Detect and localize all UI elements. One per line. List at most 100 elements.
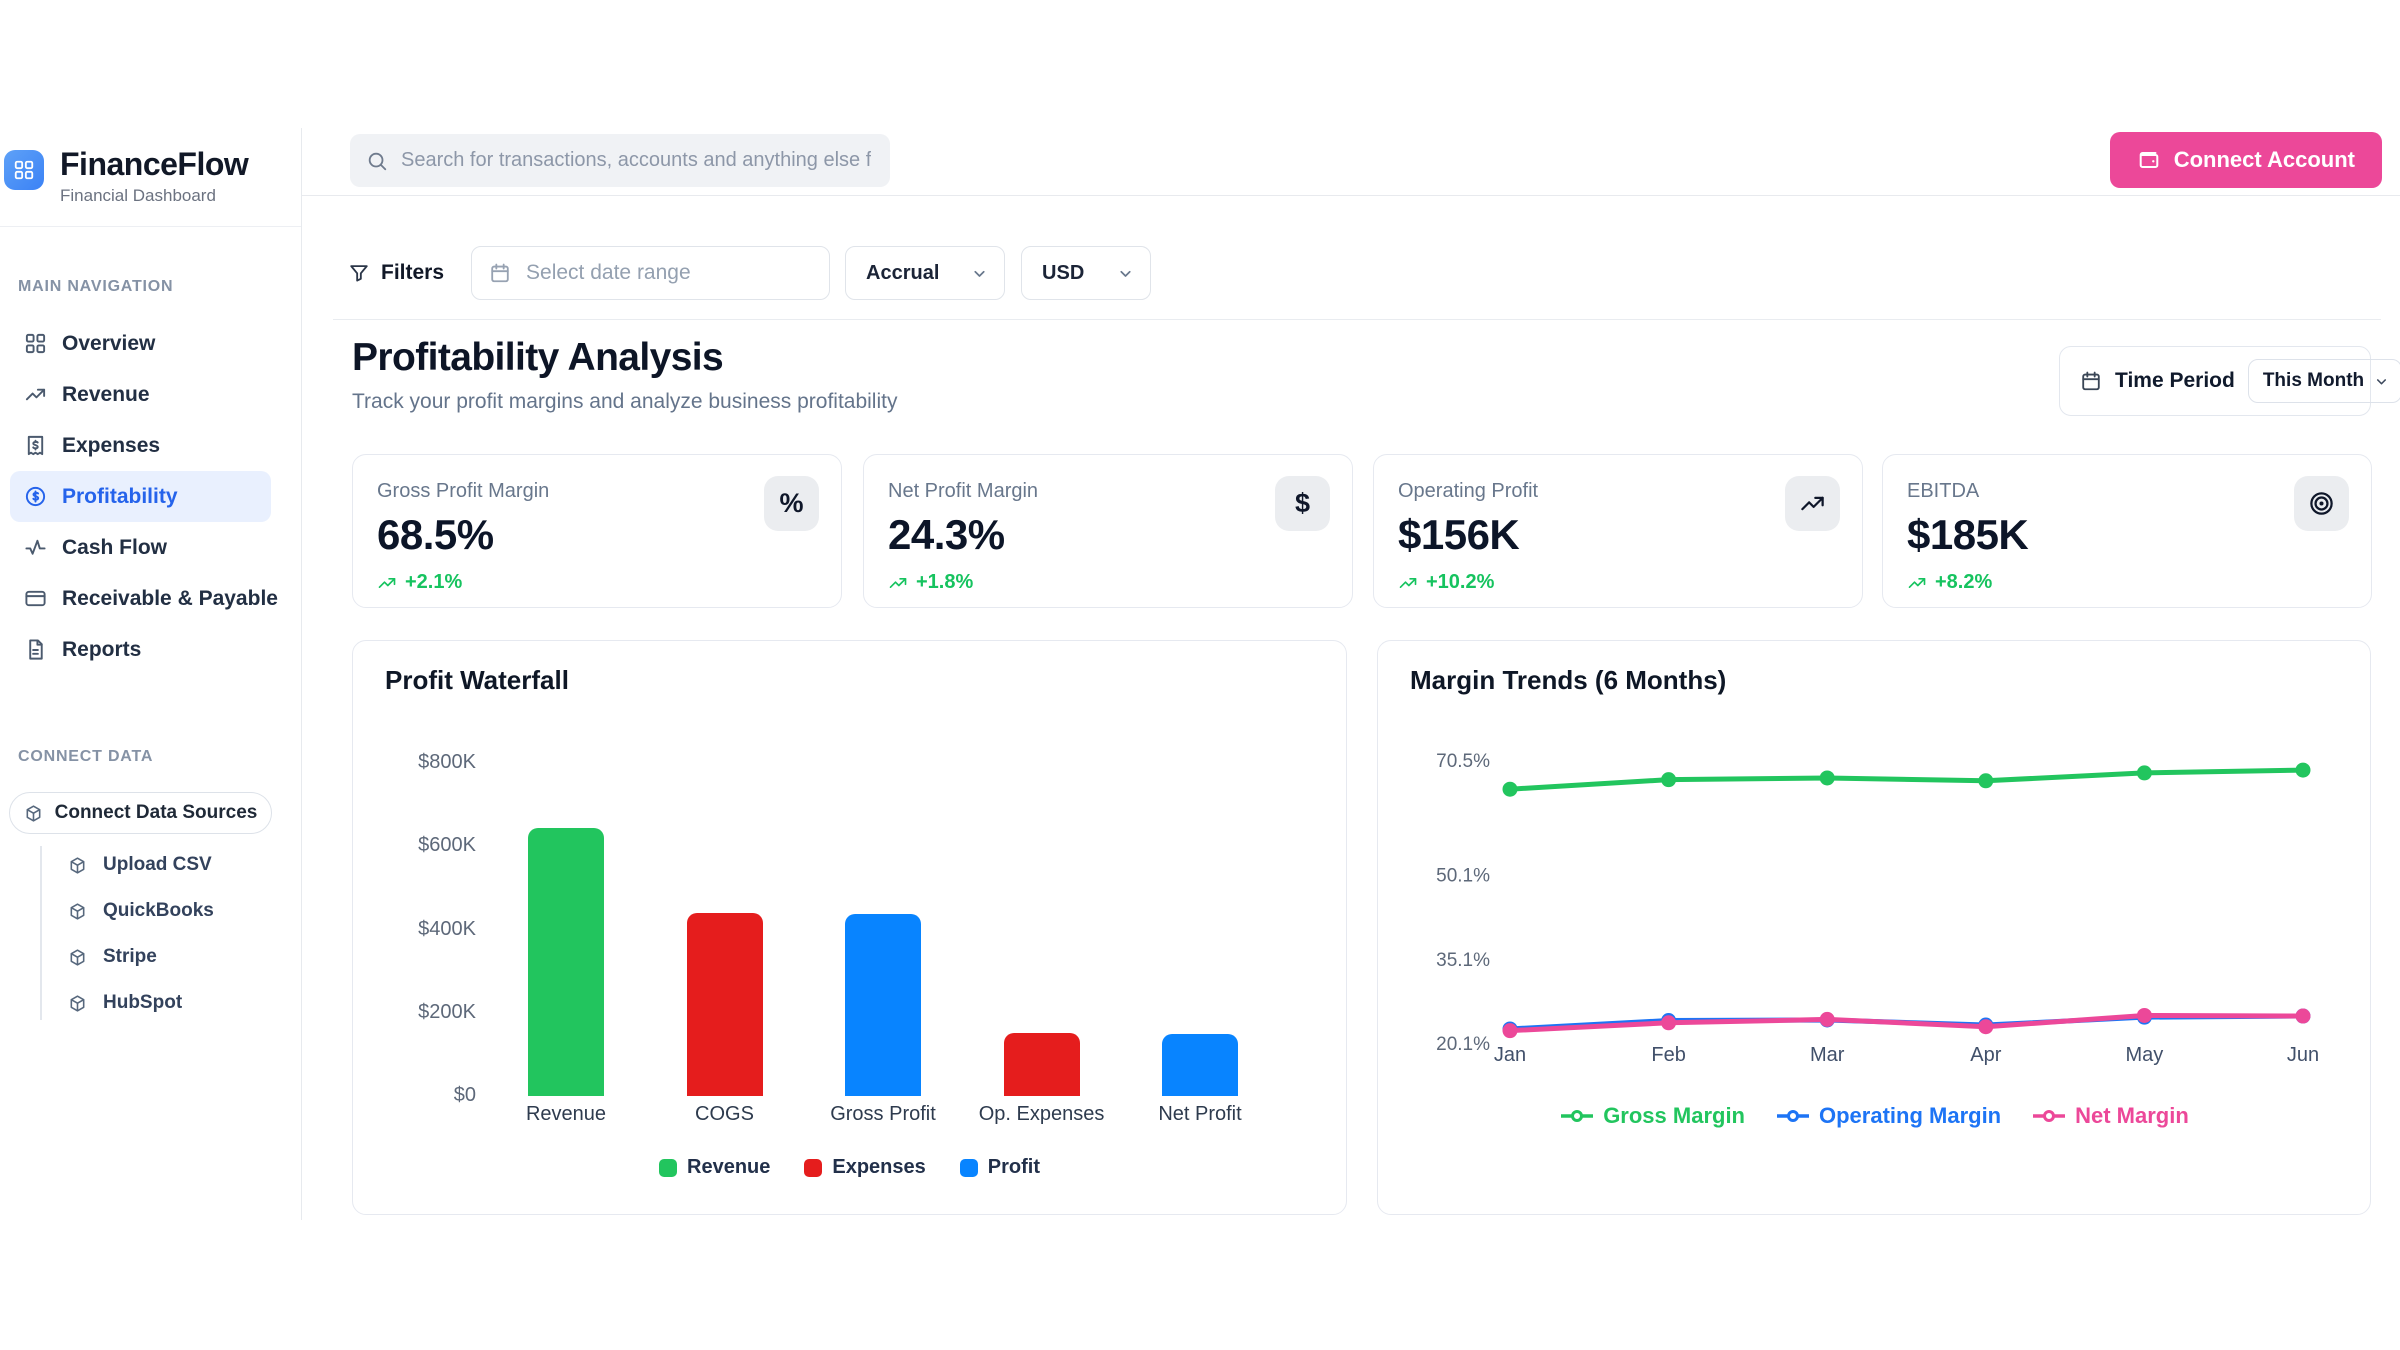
data-point-net-margin (1661, 1015, 1676, 1030)
time-period-card: Time Period This Month (2059, 346, 2371, 416)
sidebar-divider (0, 226, 301, 227)
x-axis-label: May (2126, 1044, 2164, 1066)
kpi-delta: +2.1% (377, 571, 462, 594)
global-search[interactable] (350, 134, 890, 187)
cube-icon (68, 856, 87, 875)
connect-account-button[interactable]: Connect Account (2110, 132, 2382, 188)
data-point-net-margin (2296, 1009, 2311, 1024)
sidebar-item-reports[interactable]: Reports (0, 624, 301, 675)
cube-icon (68, 902, 87, 921)
wallet-icon (2137, 148, 2161, 172)
funnel-icon (348, 262, 370, 284)
margin-trends-card: Margin Trends (6 Months) 70.5%50.1%35.1%… (1377, 640, 2371, 1215)
filters-divider (333, 319, 2381, 320)
y-axis-tick: 50.1% (1436, 866, 1490, 887)
legend-item-gross-margin[interactable]: Gross Margin (1559, 1103, 1745, 1129)
data-source-stripe[interactable]: Stripe (0, 934, 301, 980)
date-range-input[interactable]: Select date range (471, 246, 830, 300)
kpi-delta-value: +1.8% (916, 571, 973, 594)
data-point-gross-margin (2296, 763, 2311, 778)
y-axis-tick: 35.1% (1436, 950, 1490, 971)
y-axis-tick: $600K (353, 834, 476, 857)
data-point-net-margin (1820, 1012, 1835, 1027)
kpi-card-net-profit-margin: Net Profit Margin$24.3%+1.8% (863, 454, 1353, 608)
data-point-gross-margin (1503, 782, 1518, 797)
waterfall-chart-title: Profit Waterfall (385, 665, 569, 696)
top-bar: Connect Account (302, 128, 2400, 196)
legend-label: Gross Margin (1603, 1103, 1745, 1129)
sidebar-item-label: Revenue (62, 383, 150, 407)
main-area: Connect Account Filters Select date rang… (302, 128, 2400, 1220)
dollar-circle-icon (24, 485, 47, 508)
trending-up-icon (1398, 573, 1418, 593)
activity-icon (24, 536, 47, 559)
margin-trends-legend: Gross Margin Operating Margin Net Margin (1378, 1103, 2370, 1129)
data-source-label: Upload CSV (103, 854, 212, 876)
data-point-gross-margin (1820, 770, 1835, 785)
sidebar: FinanceFlow Financial Dashboard MAIN NAV… (0, 128, 302, 1220)
data-source-hubspot[interactable]: HubSpot (0, 980, 301, 1026)
y-axis-tick: $200K (353, 1001, 476, 1024)
sidebar-item-expenses[interactable]: Expenses (0, 420, 301, 471)
filters-toolbar: Filters Select date range Accrual USD (348, 246, 1151, 300)
filters-button[interactable]: Filters (348, 261, 444, 285)
chevron-down-icon (971, 265, 988, 282)
data-point-net-margin (2137, 1008, 2152, 1023)
time-period-select[interactable]: This Month (2248, 359, 2400, 403)
sidebar-item-label: Overview (62, 332, 155, 356)
margin-trends-plot: 70.5%50.1%35.1%20.1%JanFebMarAprMayJun (1378, 641, 2372, 1216)
sidebar-item-receivable-payable[interactable]: Receivable & Payable (0, 573, 301, 624)
sidebar-item-revenue[interactable]: Revenue (0, 369, 301, 420)
legend-label: Expenses (832, 1156, 925, 1179)
kpi-label: EBITDA (1907, 480, 1979, 503)
sidebar-item-profitability[interactable]: Profitability (10, 471, 271, 522)
connect-data-sources-label: Connect Data Sources (55, 802, 258, 824)
series-line-gross-margin (1510, 770, 2303, 789)
filters-label: Filters (381, 261, 444, 285)
search-icon (366, 150, 388, 172)
kpi-value: 24.3% (888, 511, 1005, 559)
waterfall-bar-op-expenses (1004, 1033, 1080, 1096)
kpi-icon-chip (1785, 476, 1840, 531)
calendar-icon (489, 262, 511, 284)
x-axis-label: Revenue (491, 1103, 641, 1126)
x-axis-label: Feb (1651, 1044, 1685, 1066)
sidebar-item-label: Profitability (62, 485, 178, 509)
main-navigation: Overview Revenue Expenses Profitability Cash… (0, 318, 301, 675)
legend-marker (2031, 1108, 2067, 1124)
legend-swatch (804, 1159, 822, 1177)
cube-icon (68, 948, 87, 967)
search-input[interactable] (401, 149, 871, 172)
data-point-net-margin (1978, 1019, 1993, 1034)
cube-icon (24, 804, 43, 823)
legend-item-operating-margin[interactable]: Operating Margin (1775, 1103, 2001, 1129)
data-source-label: Stripe (103, 946, 157, 968)
page-title: Profitability Analysis (352, 336, 723, 380)
connect-data-sources-button[interactable]: Connect Data Sources (9, 792, 272, 834)
sidebar-item-cash-flow[interactable]: Cash Flow (0, 522, 301, 573)
data-source-upload-csv[interactable]: Upload CSV (0, 842, 301, 888)
kpi-card-gross-profit-margin: Gross Profit Margin%68.5%+2.1% (352, 454, 842, 608)
chevron-down-icon (1117, 265, 1134, 282)
waterfall-bar-gross-profit (845, 914, 921, 1096)
currency-select[interactable]: USD (1021, 246, 1151, 300)
kpi-label: Gross Profit Margin (377, 480, 549, 503)
kpi-label: Net Profit Margin (888, 480, 1038, 503)
kpi-value: $156K (1398, 511, 1519, 559)
data-source-label: HubSpot (103, 992, 182, 1014)
waterfall-legend: RevenueExpensesProfit (353, 1156, 1346, 1179)
time-period-value: This Month (2263, 370, 2364, 392)
data-source-quickbooks[interactable]: QuickBooks (0, 888, 301, 934)
credit-card-icon (24, 587, 47, 610)
nav-section-heading: MAIN NAVIGATION (18, 278, 173, 296)
accounting-basis-select[interactable]: Accrual (845, 246, 1005, 300)
accounting-basis-value: Accrual (866, 262, 939, 285)
profit-waterfall-card: Profit Waterfall $800K$600K$400K$200K$0R… (352, 640, 1347, 1215)
legend-item-net-margin[interactable]: Net Margin (2031, 1103, 2189, 1129)
kpi-label: Operating Profit (1398, 480, 1538, 503)
waterfall-bar-cogs (687, 913, 763, 1096)
trending-up-icon (24, 383, 47, 406)
kpi-delta-value: +2.1% (405, 571, 462, 594)
data-point-gross-margin (2137, 765, 2152, 780)
sidebar-item-overview[interactable]: Overview (0, 318, 301, 369)
